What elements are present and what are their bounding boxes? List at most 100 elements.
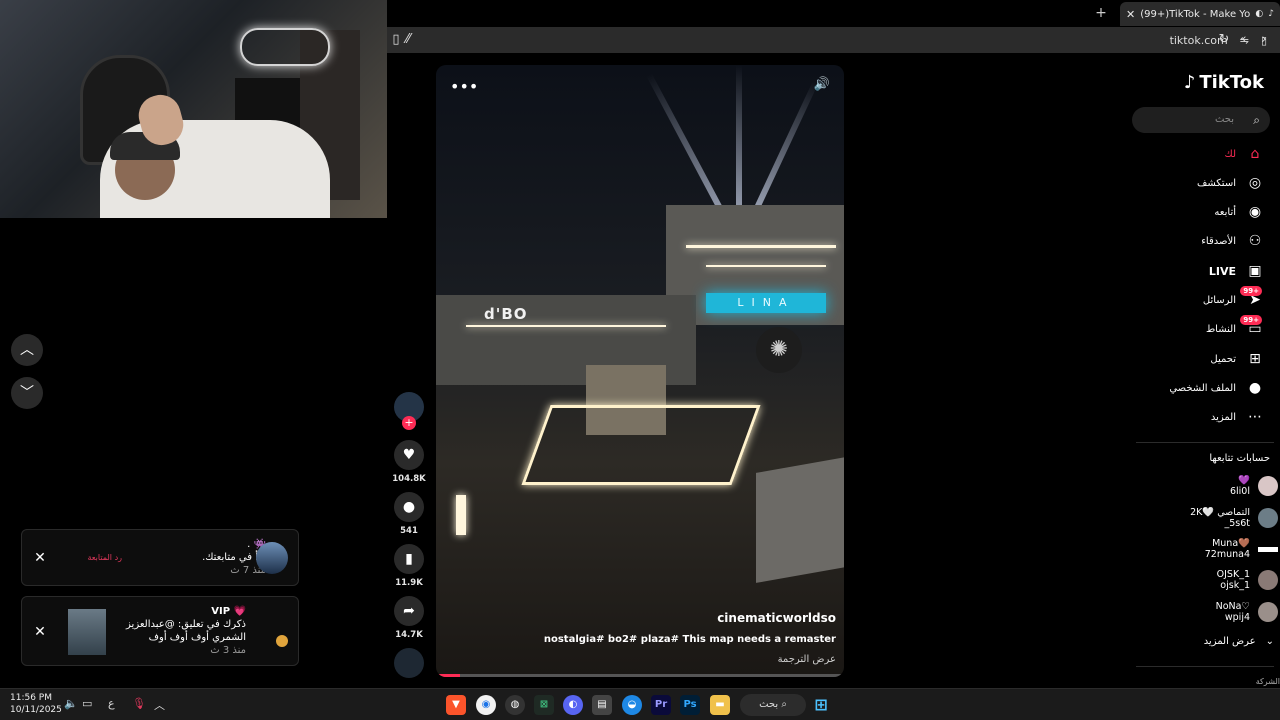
- taskbar-search[interactable]: بحث ⌕: [740, 694, 806, 716]
- follow-plus-icon[interactable]: +: [402, 416, 416, 430]
- comment-count: 541: [400, 526, 418, 536]
- following-account[interactable]: 🤎Muna 72muna4: [1205, 537, 1278, 561]
- windows-taskbar: 11:56 PM 10/11/2025 🔈 ▭ ع 🎙 ︿ ▼ ◉ ◍ ⊠ ◐ …: [0, 688, 1280, 720]
- light-beam: [749, 80, 819, 220]
- music-disc-icon[interactable]: [394, 648, 424, 678]
- close-icon[interactable]: ✕: [32, 550, 48, 566]
- task-view-icon[interactable]: ▤: [592, 695, 612, 715]
- nav-label: النشاط: [1205, 323, 1236, 335]
- system-clock[interactable]: 11:56 PM 10/11/2025: [10, 692, 62, 716]
- premiere-icon[interactable]: Pr: [651, 695, 671, 715]
- search-icon[interactable]: ⌕: [1253, 107, 1260, 133]
- nav-activity[interactable]: النشاط ▭ 99+: [1205, 315, 1264, 340]
- avatar: [1258, 508, 1278, 528]
- forward-icon[interactable]: ›: [1255, 31, 1273, 49]
- share-button[interactable]: ➦ 14.7K: [390, 596, 428, 640]
- reload-icon[interactable]: ↻: [1215, 31, 1233, 49]
- nav-upload[interactable]: تحميل ⊞: [1210, 348, 1264, 370]
- nav-friends[interactable]: الأصدقاء ⚇: [1201, 230, 1264, 252]
- heart-icon[interactable]: ♥: [394, 440, 424, 470]
- next-video-button[interactable]: ﹀: [11, 377, 43, 409]
- xbox-app-icon[interactable]: ⊠: [534, 695, 554, 715]
- following-account[interactable]: التماصي 🤍2K 5s6t_: [1190, 506, 1278, 530]
- dbo-sign: d'BO: [484, 305, 528, 323]
- new-tab-button[interactable]: +: [1092, 4, 1110, 22]
- nav-label: الأصدقاء: [1201, 235, 1236, 247]
- microphone-icon[interactable]: 🎙: [132, 697, 146, 710]
- chrome-icon[interactable]: ◉: [476, 695, 496, 715]
- url-text: tiktok.com: [1169, 33, 1228, 47]
- see-translation-link[interactable]: عرض الترجمة: [778, 654, 836, 665]
- more-options-icon[interactable]: •••: [450, 77, 478, 96]
- tab-audio-icon[interactable]: ◐: [1255, 9, 1263, 19]
- account-display-name: ♡NoNa: [1215, 601, 1250, 612]
- photoshop-icon[interactable]: Ps: [680, 695, 700, 715]
- notification-time: منذ 3 ث: [210, 645, 246, 656]
- browser-tab[interactable]: ✕ (99+)TikTok - Make Your Day ◐ ♪: [1120, 2, 1280, 26]
- network-icon[interactable]: ▭: [82, 697, 92, 710]
- follow-notification[interactable]: ✕ رد المتابعة 👾 . بدأ في متابعتك. منذ 7 …: [21, 529, 299, 586]
- rock-structure: [756, 457, 844, 583]
- share-count: 14.7K: [395, 630, 423, 640]
- translate-icon[interactable]: ⁄⁄: [399, 31, 417, 49]
- like-button[interactable]: ♥ 104.8K: [390, 440, 428, 484]
- bookmark-icon[interactable]: ▮: [394, 544, 424, 574]
- building-light: [466, 325, 666, 327]
- comment-icon[interactable]: ●: [394, 492, 424, 522]
- share-icon[interactable]: ➦: [394, 596, 424, 626]
- account-display-name: التماصي 🤍2K: [1190, 507, 1250, 518]
- tiktok-logo[interactable]: ♪ TikTok: [1184, 72, 1264, 93]
- tray-chevron-up-icon[interactable]: ︿: [154, 697, 165, 713]
- see-more-button[interactable]: عرض المزيد ⌄: [1204, 636, 1274, 647]
- back-icon[interactable]: ‹: [1235, 31, 1253, 49]
- save-button[interactable]: ▮ 11.9K: [390, 544, 428, 588]
- notification-message: بدأ في متابعتك.: [202, 552, 266, 563]
- video-thumbnail[interactable]: [68, 609, 106, 655]
- video-caption: nostalgia# bo2# plaza# This map needs a …: [543, 634, 836, 645]
- file-explorer-icon[interactable]: ▬: [710, 695, 730, 715]
- windows-start-icon[interactable]: ⊞: [811, 695, 831, 715]
- close-icon[interactable]: ✕: [32, 624, 48, 640]
- close-tab-icon[interactable]: ✕: [1126, 8, 1135, 21]
- following-account[interactable]: ♡NoNa wpij4: [1216, 600, 1278, 624]
- live-icon: ▣: [1248, 263, 1262, 279]
- search-input[interactable]: بحث ⌕: [1132, 107, 1270, 133]
- avatar[interactable]: [276, 635, 288, 647]
- previous-video-button[interactable]: ︿: [11, 334, 43, 366]
- url-field[interactable]: tiktok.com ⇋ ▯: [747, 30, 1267, 50]
- language-indicator[interactable]: ع: [108, 697, 115, 710]
- lit-planter: [521, 405, 761, 485]
- tiktok-logo-text: TikTok: [1199, 72, 1264, 93]
- brave-browser-icon[interactable]: ▼: [446, 695, 466, 715]
- sound-icon[interactable]: 🔊: [814, 77, 830, 92]
- video-progress-bar[interactable]: [436, 674, 844, 677]
- discord-icon[interactable]: ◐: [563, 695, 583, 715]
- avatar[interactable]: [256, 542, 288, 574]
- video-player[interactable]: d'BO LINA ✺ ••• 🔊 cinematicworldso nosta…: [436, 65, 844, 677]
- mention-notification[interactable]: ✕ 💗 VIP ذكرك في تعليق: @عبدالعزيز الشمري…: [21, 596, 299, 666]
- nav-live[interactable]: LIVE ▣: [1209, 260, 1264, 282]
- following-account[interactable]: 💜 6li0l: [1230, 474, 1278, 498]
- neon-sign-image: [240, 28, 330, 66]
- steam-icon[interactable]: ◍: [505, 695, 525, 715]
- following-account[interactable]: OJSK_1 ojsk_1: [1217, 568, 1278, 592]
- sound-disc-button[interactable]: [390, 648, 428, 678]
- nav-label: استكشف: [1197, 177, 1236, 189]
- bollard-light: [456, 495, 466, 535]
- avatar: [1258, 476, 1278, 496]
- nav-profile[interactable]: الملف الشخصي ●: [1169, 377, 1264, 399]
- notification-user: 💗 VIP: [211, 606, 246, 617]
- nav-explore[interactable]: استكشف ◎: [1197, 172, 1264, 194]
- edge-icon[interactable]: ◒: [622, 695, 642, 715]
- nav-more[interactable]: المزيد ⋯: [1211, 406, 1264, 428]
- volume-icon[interactable]: 🔈: [64, 697, 78, 710]
- nav-for-you[interactable]: لك ⌂: [1225, 143, 1264, 165]
- comment-button[interactable]: ● 541: [390, 492, 428, 536]
- footer-company-link[interactable]: الشركة: [1256, 677, 1280, 686]
- follow-back-button[interactable]: رد المتابعة: [62, 551, 122, 564]
- creator-avatar[interactable]: +: [390, 392, 428, 430]
- nav-messages[interactable]: الرسائل ➤ 99+: [1203, 286, 1264, 311]
- see-more-label: عرض المزيد: [1203, 636, 1256, 647]
- nav-following[interactable]: أتابعه ◉: [1214, 201, 1264, 223]
- video-username[interactable]: cinematicworldso: [717, 611, 836, 625]
